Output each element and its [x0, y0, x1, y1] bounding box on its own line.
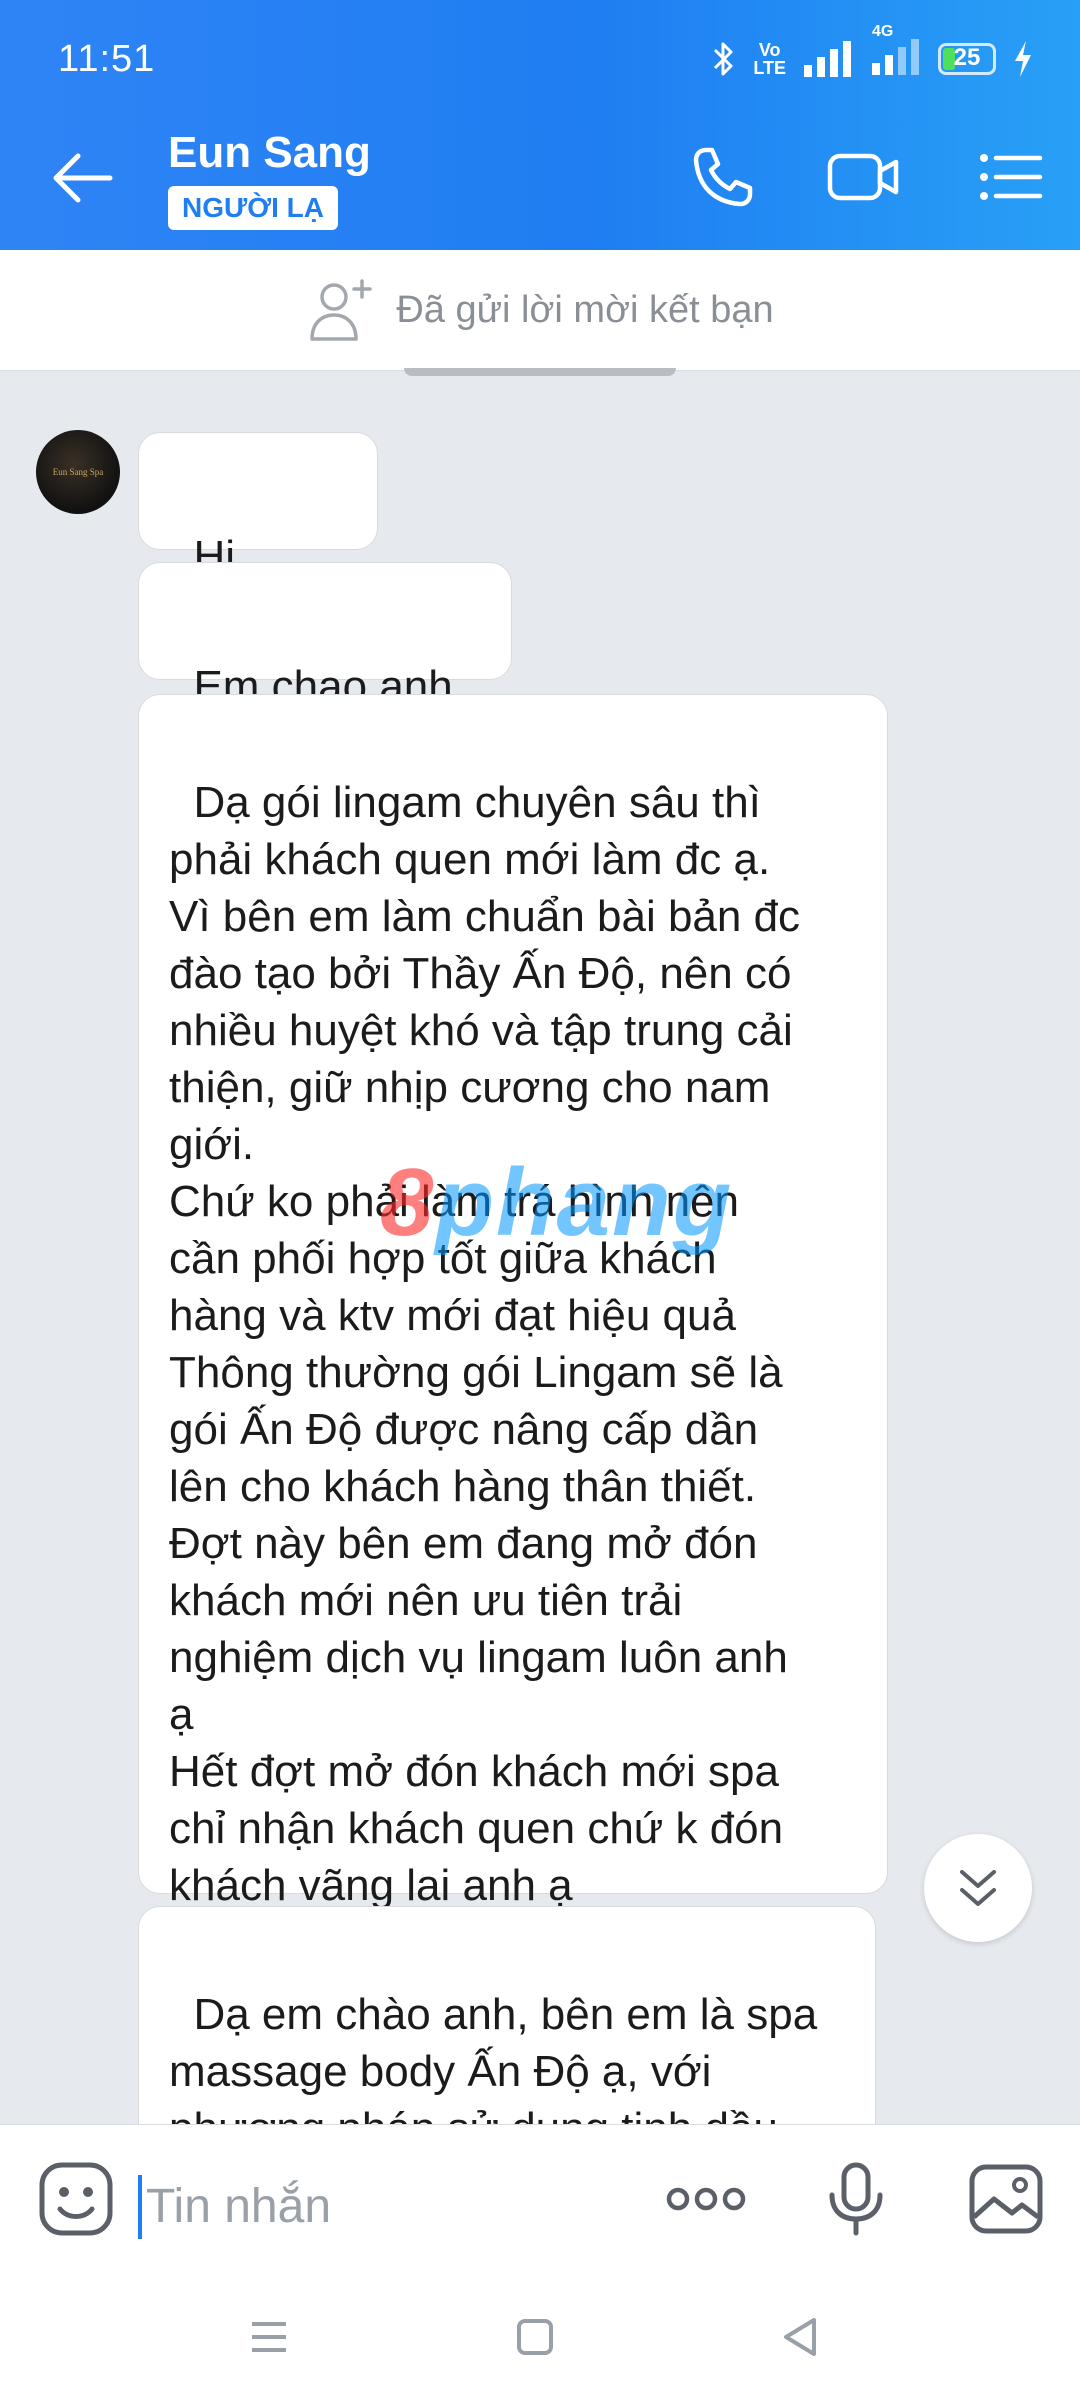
message-bubble[interactable]: Hi — [138, 432, 378, 581]
volte-indicator: Vo LTE — [753, 40, 786, 78]
more-icon[interactable] — [664, 2159, 748, 2239]
friend-request-text: Đã gửi lời mời kết bạn — [396, 288, 774, 331]
message-bubble[interactable]: Dạ gói lingam chuyên sâu thì phải khách … — [138, 694, 888, 1910]
chat-header: 11:51 Vo LTE 4G 25 Eun Sang NGƯỜI LẠ — [0, 0, 1080, 250]
status-icons: Vo LTE 4G 25 — [711, 23, 1034, 84]
watermark: 8phang — [380, 1149, 734, 1256]
video-call-icon[interactable] — [826, 142, 902, 212]
back-icon[interactable] — [776, 2312, 826, 2362]
bluetooth-icon — [714, 42, 733, 76]
status-time: 11:51 — [58, 38, 156, 80]
image-icon[interactable] — [966, 2159, 1046, 2239]
add-friend-icon — [310, 279, 373, 341]
menu-icon[interactable] — [976, 142, 1046, 212]
phone-icon[interactable] — [688, 142, 758, 212]
system-nav-bar — [0, 2268, 1080, 2400]
scroll-down-button[interactable] — [924, 1834, 1032, 1942]
signal-icon — [872, 38, 919, 75]
signal-icon — [804, 41, 851, 77]
battery-icon: 25 — [938, 43, 996, 75]
charging-icon — [1015, 41, 1031, 77]
message-input[interactable] — [144, 2165, 608, 2247]
recent-apps-icon[interactable] — [244, 2312, 294, 2362]
message-bubble[interactable]: Em chao anh p — [138, 562, 512, 779]
microphone-icon[interactable] — [816, 2159, 896, 2239]
friend-request-bar: Đã gửi lời mời kết bạn — [0, 250, 1080, 371]
double-chevron-down-icon — [960, 1870, 996, 1906]
home-icon[interactable] — [510, 2312, 560, 2362]
emoji-icon[interactable] — [36, 2159, 116, 2239]
status-bar: 11:51 Vo LTE 4G 25 — [0, 0, 1080, 124]
text-cursor — [138, 2175, 142, 2239]
back-arrow-icon[interactable] — [48, 148, 118, 208]
cell-signal-4g: 4G — [870, 23, 922, 82]
stranger-badge: NGƯỜI LẠ — [168, 186, 338, 230]
pull-tab — [404, 368, 676, 376]
avatar[interactable]: Eun Sang Spa — [36, 430, 120, 514]
contact-name[interactable]: Eun Sang — [168, 128, 371, 178]
